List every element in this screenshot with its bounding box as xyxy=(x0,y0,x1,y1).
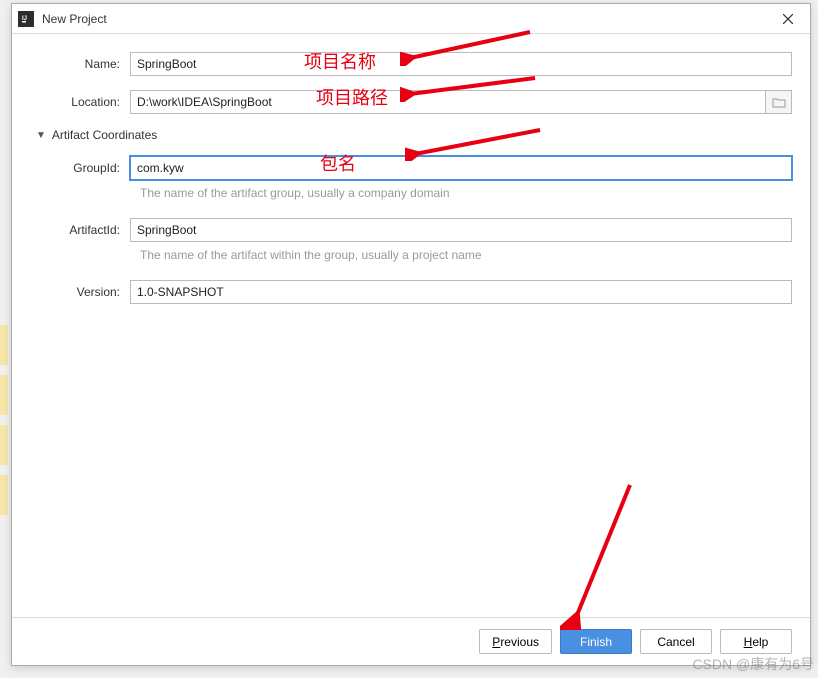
location-label: Location: xyxy=(30,95,130,109)
dialog-content: Name: Location: ▼ Artifact Coordinates G… xyxy=(12,34,810,617)
groupid-help: The name of the artifact group, usually … xyxy=(140,186,792,200)
new-project-dialog: IJ New Project Name: Location: ▼ Ar xyxy=(11,3,811,666)
section-title: Artifact Coordinates xyxy=(52,128,157,142)
close-button[interactable] xyxy=(766,4,810,34)
chevron-down-icon: ▼ xyxy=(36,130,46,141)
version-label: Version: xyxy=(30,285,130,299)
titlebar: IJ New Project xyxy=(12,4,810,34)
version-input[interactable] xyxy=(130,280,792,304)
location-input[interactable] xyxy=(130,90,766,114)
artifactid-input[interactable] xyxy=(130,218,792,242)
cancel-button[interactable]: Cancel xyxy=(640,629,712,654)
artifactid-label: ArtifactId: xyxy=(30,223,130,237)
artifact-coordinates-toggle[interactable]: ▼ Artifact Coordinates xyxy=(36,128,792,142)
window-title: New Project xyxy=(42,12,107,26)
dialog-footer: Previous Finish Cancel Help xyxy=(12,617,810,665)
name-label: Name: xyxy=(30,57,130,71)
intellij-icon: IJ xyxy=(18,11,34,27)
groupid-label: GroupId: xyxy=(30,161,130,175)
svg-text:IJ: IJ xyxy=(22,16,27,22)
previous-button[interactable]: Previous xyxy=(479,629,552,654)
browse-button[interactable] xyxy=(766,90,792,114)
groupid-input[interactable] xyxy=(130,156,792,180)
artifactid-help: The name of the artifact within the grou… xyxy=(140,248,792,262)
help-button[interactable]: Help xyxy=(720,629,792,654)
finish-button[interactable]: Finish xyxy=(560,629,632,654)
name-input[interactable] xyxy=(130,52,792,76)
folder-icon xyxy=(772,97,786,108)
